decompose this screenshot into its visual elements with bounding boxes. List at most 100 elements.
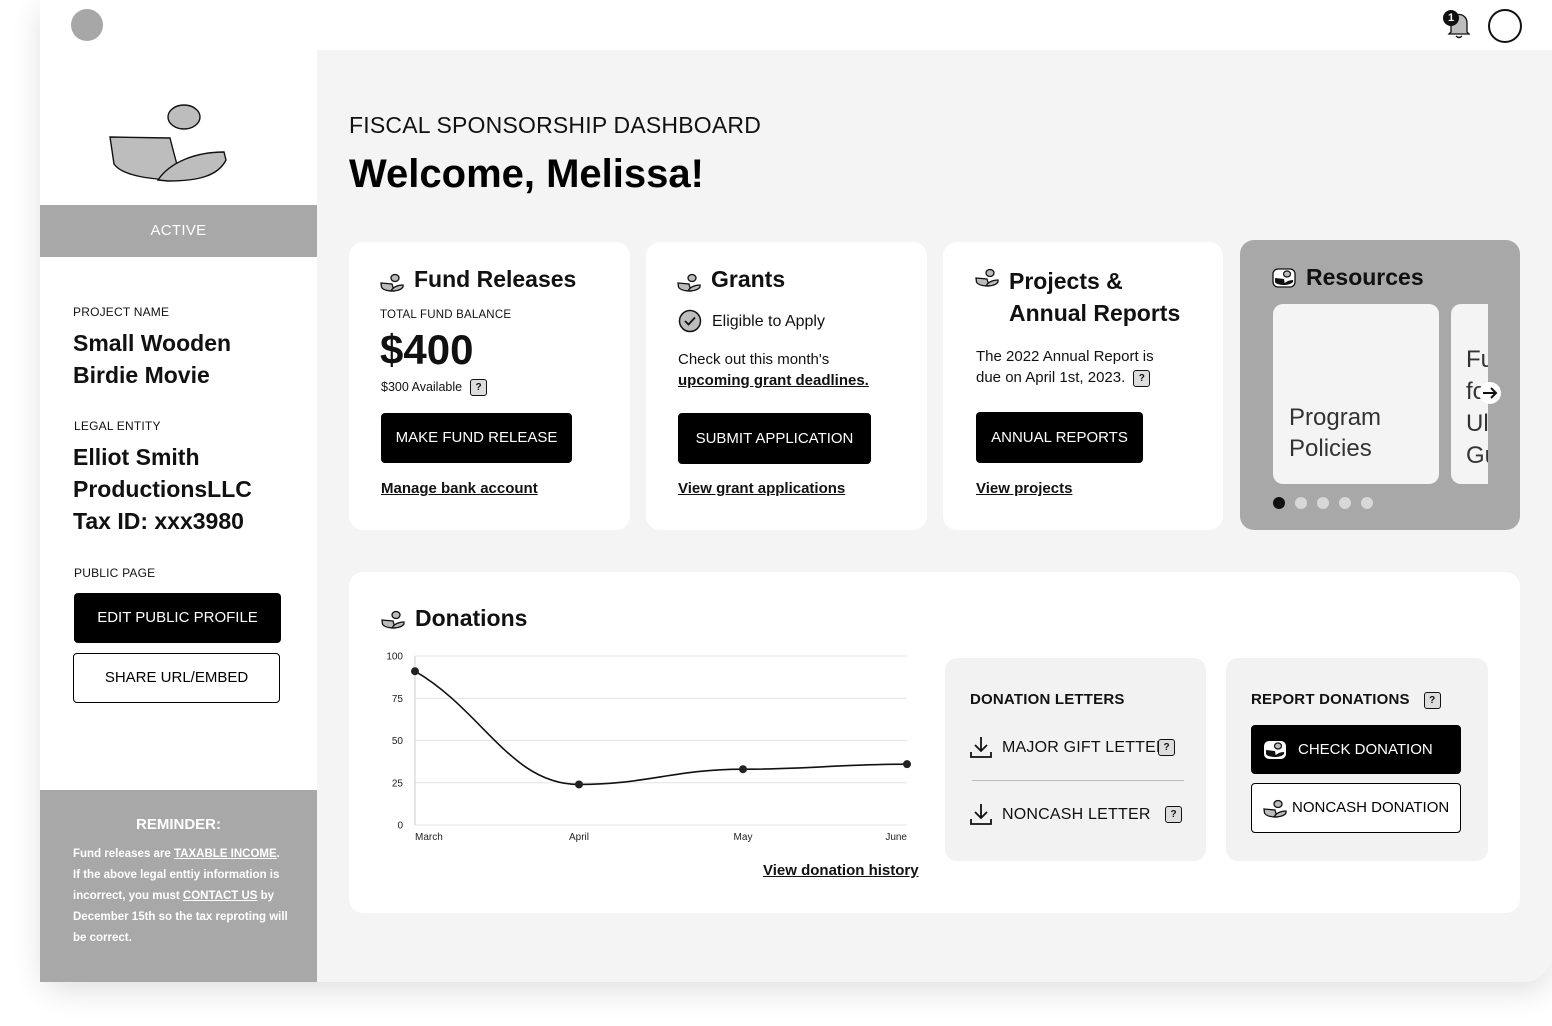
data-point (739, 765, 747, 774)
series-line (414, 670, 908, 786)
eligibility-status: Eligible to Apply (712, 313, 825, 330)
legal-entity-label: LEGAL ENTITY (74, 419, 161, 433)
carousel-dot-3[interactable] (1317, 497, 1329, 509)
report-donations-title: REPORT DONATIONS (1251, 691, 1410, 708)
y-tick-label: 25 (392, 778, 404, 789)
y-tick-label: 50 (392, 736, 404, 747)
tax-id: Tax ID: xxx3980 (73, 508, 244, 534)
annual-report-text-line2: due on April 1st, 2023.? (976, 369, 1151, 387)
carousel-next-arrow-icon[interactable] (1478, 381, 1502, 405)
view-grant-applications-link[interactable]: View grant applications (678, 480, 845, 497)
legal-entity-line2: ProductionsLLC (73, 476, 252, 502)
resources-card: Resources Program Policies Fu fo Ul Gu (1240, 240, 1520, 530)
check-donation-icon (1264, 741, 1286, 759)
available-amount: $300 Available? (381, 379, 488, 396)
share-url-button[interactable]: SHARE URL/EMBED (73, 653, 280, 703)
grants-icon (677, 273, 701, 292)
projects-icon (975, 268, 999, 287)
fund-icon (380, 273, 404, 292)
top-bar (40, 0, 1552, 50)
projects-title-line2: Annual Reports (1009, 300, 1181, 326)
resource-tile-title-line2: Policies (1289, 435, 1372, 462)
reminder-box: REMINDER: Fund releases are TAXABLE INCO… (40, 790, 317, 982)
project-name-label: PROJECT NAME (73, 305, 170, 319)
logo-icon (109, 104, 227, 182)
data-point (575, 780, 583, 789)
taxable-income-link[interactable]: TAXABLE INCOME (174, 848, 277, 860)
partial-line: Fu (1466, 346, 1488, 373)
donation-letters-panel: DONATION LETTERS MAJOR GIFT LETTER ? NON… (945, 658, 1206, 861)
help-icon[interactable]: ? (1423, 691, 1441, 709)
data-point (411, 667, 419, 676)
check-donation-button[interactable]: CHECK DONATION (1251, 725, 1461, 774)
fund-balance-value: $400 (380, 326, 474, 373)
donations-title: Donations (415, 605, 528, 631)
resource-tile-title-line1: Program (1289, 404, 1382, 431)
check-donation-label: CHECK DONATION (1298, 741, 1433, 758)
grants-text: Check out this month's (678, 351, 830, 368)
reminder-text: Fund releases are TAXABLE INCOME. If the… (73, 844, 288, 949)
y-tick-label: 100 (386, 652, 403, 663)
carousel-dot-4[interactable] (1339, 497, 1351, 509)
view-projects-link[interactable]: View projects (976, 480, 1072, 497)
x-tick-label: March (415, 832, 443, 843)
fund-releases-title: Fund Releases (414, 266, 577, 292)
major-gift-letter-link[interactable]: MAJOR GIFT LETTER (1002, 739, 1168, 757)
annual-report-due-text: due on April 1st, 2023. (976, 369, 1126, 386)
report-donations-panel: REPORT DONATIONS? CHECK DONATION NONCASH… (1226, 658, 1488, 861)
help-icon[interactable]: ? (470, 379, 488, 396)
noncash-letter-link[interactable]: NONCASH LETTER (1002, 806, 1151, 824)
legal-entity-line1: Elliot Smith (73, 444, 200, 470)
resource-tile-program-policies[interactable]: Program Policies (1273, 304, 1439, 484)
x-tick-label: April (569, 832, 589, 843)
public-page-label: PUBLIC PAGE (74, 566, 156, 580)
page-title: Welcome, Melissa! (349, 152, 704, 196)
project-name-line1: Small Wooden (73, 330, 232, 356)
available-text: $300 Available (381, 379, 463, 394)
grants-title: Grants (711, 266, 786, 292)
partial-line: Ul (1466, 410, 1488, 437)
partial-line: Gu (1466, 442, 1488, 469)
y-tick-label: 0 (397, 821, 403, 832)
noncash-donation-label: NONCASH DONATION (1292, 799, 1450, 816)
resources-icon (1272, 268, 1296, 288)
reminder-title: REMINDER: (136, 816, 221, 833)
x-tick-label: June (885, 832, 907, 843)
sidebar: ACTIVE PROJECT NAME Small Wooden Birdie … (40, 50, 317, 982)
carousel-dot-5[interactable] (1361, 497, 1373, 509)
annual-report-text-line1: The 2022 Annual Report is (976, 348, 1154, 365)
resources-title: Resources (1306, 264, 1424, 290)
help-icon[interactable]: ? (1165, 806, 1182, 823)
download-icon[interactable] (969, 802, 993, 826)
grants-card: Grants Eligible to Apply Check out this … (646, 242, 927, 530)
grant-deadlines-link[interactable]: upcoming grant deadlines. (678, 372, 869, 389)
donations-icon (381, 610, 405, 629)
contact-us-link[interactable]: CONTACT US (183, 890, 258, 902)
submit-application-button[interactable]: SUBMIT APPLICATION (678, 413, 871, 464)
fund-releases-card: Fund Releases TOTAL FUND BALANCE $400 $3… (349, 242, 630, 530)
carousel-dot-2[interactable] (1295, 497, 1307, 509)
menu-icon[interactable] (71, 9, 103, 41)
dashboard-eyebrow: FISCAL SPONSORSHIP DASHBOARD (349, 112, 762, 138)
manage-bank-account-link[interactable]: Manage bank account (381, 480, 538, 497)
avatar[interactable] (1488, 9, 1522, 43)
divider (972, 780, 1184, 781)
make-fund-release-button[interactable]: MAKE FUND RELEASE (381, 413, 572, 463)
view-donation-history-link[interactable]: View donation history (763, 862, 919, 879)
download-icon[interactable] (969, 735, 993, 759)
noncash-donation-button[interactable]: NONCASH DONATION (1251, 783, 1461, 833)
noncash-donation-icon (1263, 799, 1287, 818)
annual-reports-button[interactable]: ANNUAL REPORTS (976, 412, 1143, 463)
data-point (903, 760, 911, 769)
project-name-line2: Birdie Movie (73, 362, 210, 388)
edit-public-profile-button[interactable]: EDIT PUBLIC PROFILE (74, 593, 281, 643)
resource-tile-partial-text: Fu fo Ul Gu (1466, 344, 1488, 472)
x-tick-label: May (734, 832, 753, 843)
carousel-dot-1[interactable] (1273, 497, 1285, 509)
help-icon[interactable]: ? (1158, 739, 1175, 756)
help-icon[interactable]: ? (1133, 369, 1151, 387)
notification-badge: 1 (1443, 10, 1459, 26)
project-status-badge: ACTIVE (40, 205, 317, 257)
projects-title-line1: Projects & (1009, 268, 1123, 294)
donation-letters-title: DONATION LETTERS (970, 691, 1125, 708)
